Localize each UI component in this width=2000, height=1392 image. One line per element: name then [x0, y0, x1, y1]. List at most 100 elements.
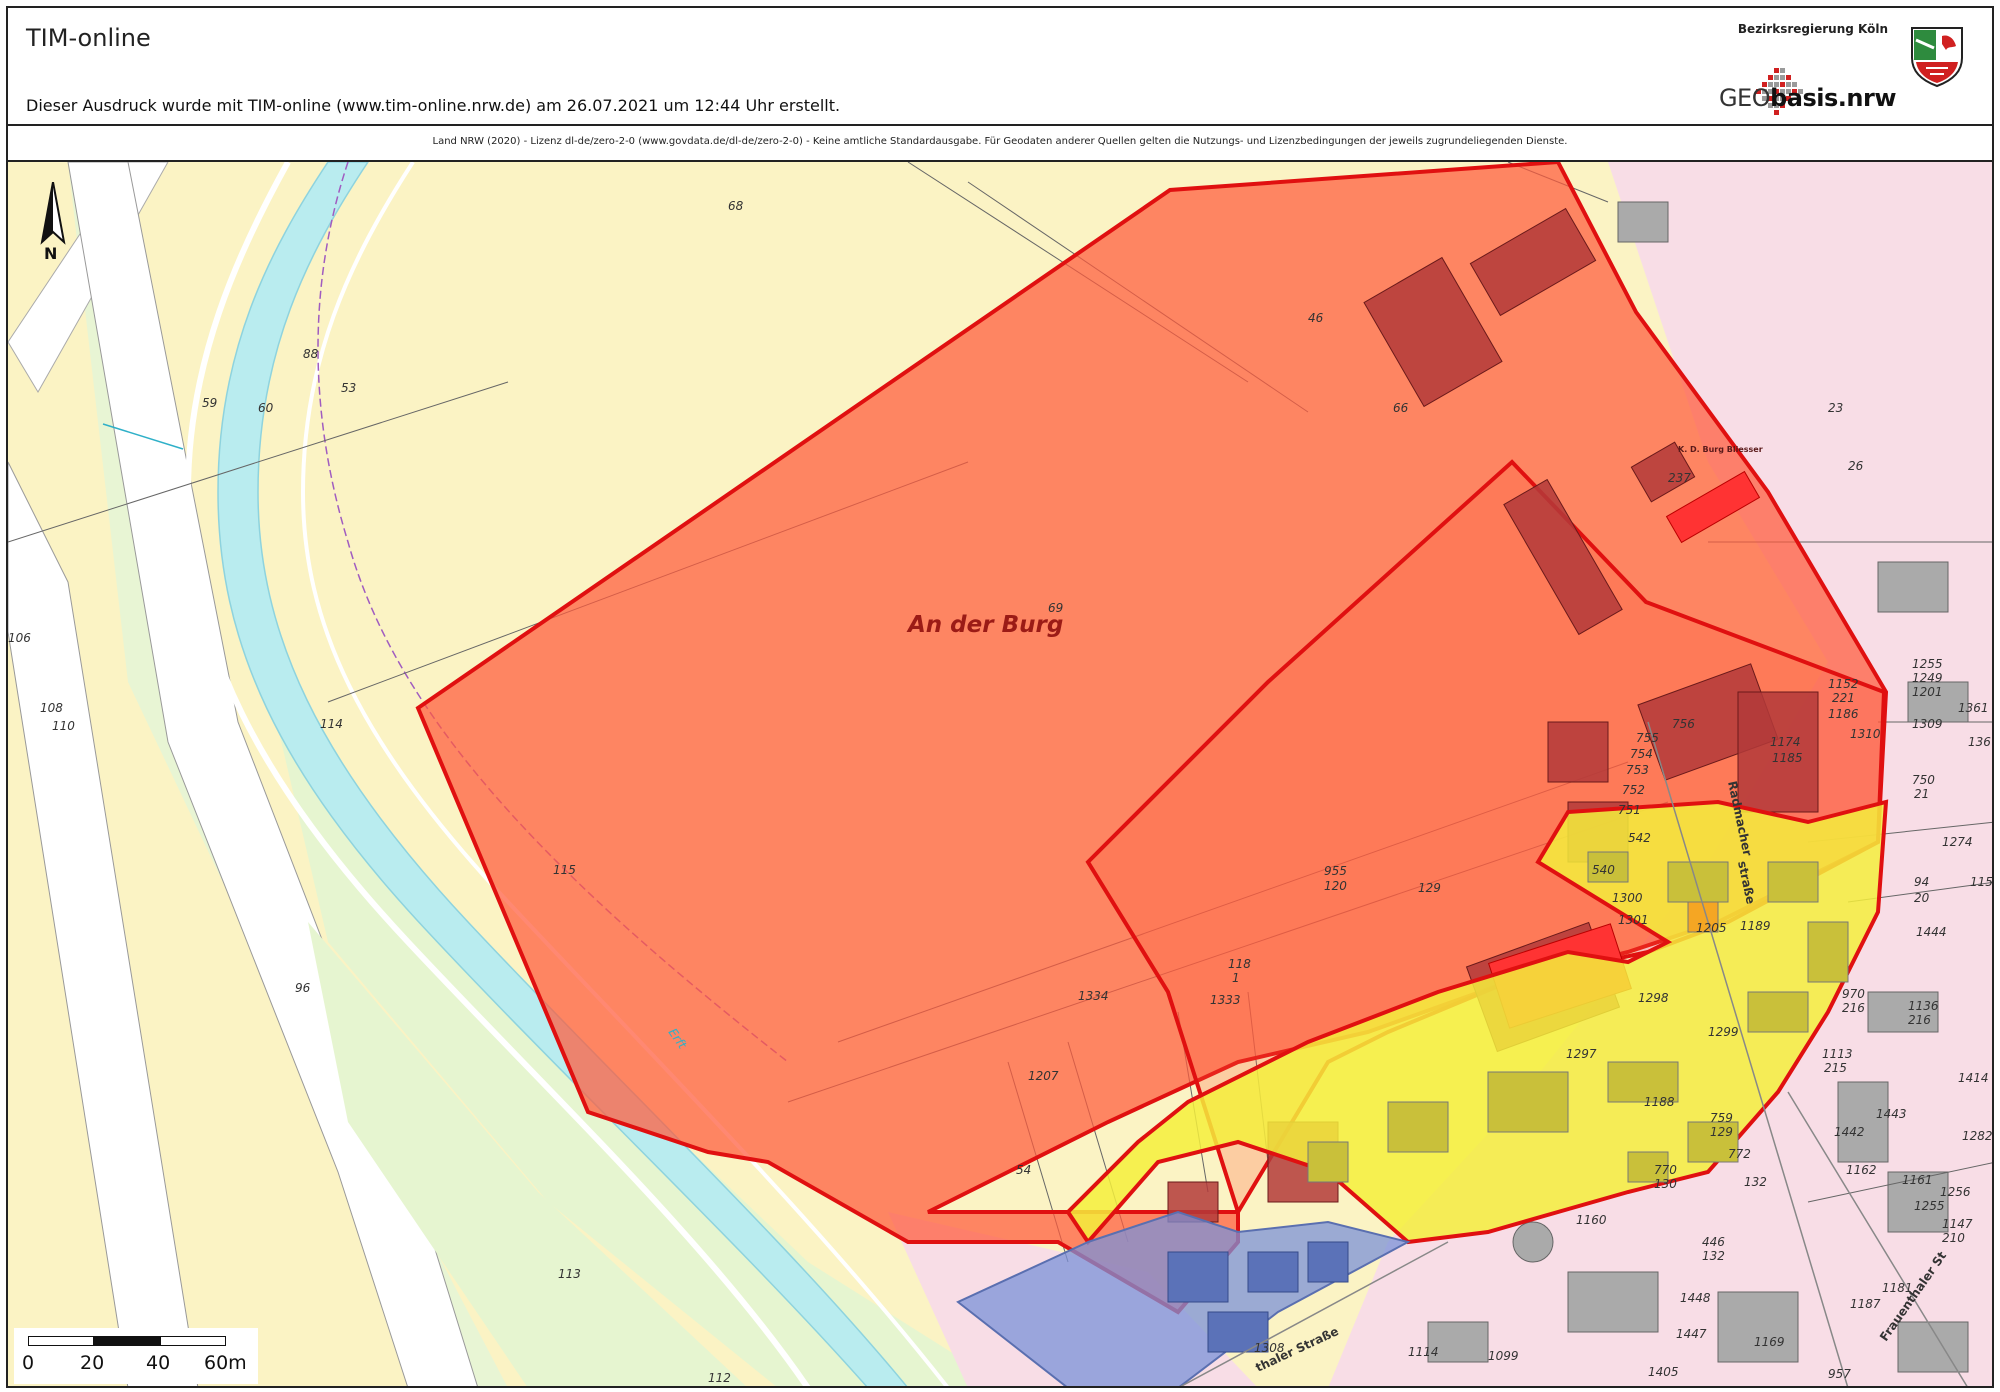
- parcel-label: 115: [553, 863, 576, 877]
- parcel-label: 1255: [1912, 657, 1943, 671]
- building-label: K. D. Burg Bliesser: [1678, 445, 1763, 454]
- parcel-label: 1310: [1850, 727, 1881, 741]
- parcel-label: 1188: [1644, 1095, 1675, 1109]
- parcel-label: 88: [303, 347, 319, 361]
- parcel-label: 1113: [1822, 1047, 1853, 1061]
- parcel-label: 66: [1393, 401, 1409, 415]
- parcel-label: 115: [1970, 875, 1993, 889]
- parcel-label: 106: [8, 631, 31, 645]
- geobasis-logo: GEObasis.nrw: [1718, 84, 1897, 112]
- parcel-label: 110: [52, 719, 75, 733]
- scale-tick-label: 0: [22, 1352, 35, 1374]
- north-arrow-icon: [40, 182, 66, 245]
- parcel-label: 957: [1828, 1367, 1851, 1381]
- scale-bar: 0 20 40 60m: [14, 1328, 258, 1384]
- scale-segment-3: [160, 1336, 226, 1346]
- app-title: TIM-online: [26, 24, 151, 52]
- parcel-label: 751: [1618, 803, 1641, 817]
- parcel-label: 970: [1842, 987, 1865, 1001]
- parcel-label: 120: [1324, 879, 1347, 893]
- parcel-label: 1405: [1648, 1365, 1679, 1379]
- parcel-label: 1448: [1680, 1291, 1711, 1305]
- parcel-label: 46: [1308, 311, 1324, 325]
- round-building: [1512, 1221, 1554, 1263]
- parcel-label: 1299: [1708, 1025, 1739, 1039]
- print-timestamp-note: Dieser Ausdruck wurde mit TIM-online (ww…: [26, 96, 841, 115]
- parcel-label: 1274: [1942, 835, 1973, 849]
- parcel-label: 1308: [1254, 1341, 1285, 1355]
- parcel-label: 129: [1710, 1125, 1733, 1139]
- parcel-label: 53: [341, 381, 356, 395]
- parcel-label: 23: [1828, 401, 1843, 415]
- parcel-label: 1298: [1638, 991, 1669, 1005]
- parcel-label: 108: [40, 701, 63, 715]
- scale-tick-label: 20: [80, 1352, 105, 1374]
- parcel-label: 1147: [1942, 1217, 1973, 1231]
- parcel-label: 1152: [1828, 677, 1859, 691]
- map-view[interactable]: An der Burg Erft Radmacher straße Frauen…: [6, 162, 1994, 1388]
- parcel-label: 1187: [1850, 1297, 1881, 1311]
- parcel-label: 1: [1232, 971, 1240, 985]
- parcel-label: 1201: [1912, 685, 1943, 699]
- parcel-label: 542: [1628, 831, 1651, 845]
- parcel-label: 754: [1630, 747, 1653, 761]
- parcel-label: 113: [558, 1267, 581, 1281]
- parcel-label: 1334: [1078, 989, 1109, 1003]
- parcel-label: 1207: [1028, 1069, 1059, 1083]
- map-canvas[interactable]: An der Burg Erft Radmacher straße Frauen…: [8, 162, 1994, 1388]
- parcel-label: 1181: [1882, 1281, 1913, 1295]
- parcel-label: 1249: [1912, 671, 1943, 685]
- parcel-label: 1444: [1916, 925, 1947, 939]
- parcel-label: 237: [1668, 471, 1691, 485]
- parcel-label: 772: [1728, 1147, 1751, 1161]
- parcel-label: 1414: [1958, 1071, 1989, 1085]
- scale-tick-label: 40: [146, 1352, 171, 1374]
- parcel-label: 130: [1654, 1177, 1677, 1191]
- parcel-label: 60: [258, 401, 274, 415]
- license-text: Land NRW (2020) - Lizenz dl-de/zero-2-0 …: [432, 136, 1568, 147]
- parcel-label: 68: [728, 199, 744, 213]
- scale-segment-2: [94, 1336, 160, 1346]
- parcel-label: 221: [1832, 691, 1855, 705]
- parcel-label: 1205: [1696, 921, 1727, 935]
- parcel-label: 750: [1912, 773, 1935, 787]
- parcel-label: 1255: [1914, 1199, 1945, 1213]
- parcel-label: 112: [708, 1371, 731, 1385]
- parcel-label: 215: [1824, 1061, 1847, 1075]
- parcel-label: 54: [1016, 1163, 1031, 1177]
- parcel-label: 1136: [1908, 999, 1939, 1013]
- authority-name: Bezirksregierung Köln: [1737, 22, 1888, 36]
- parcel-label: 1447: [1676, 1327, 1707, 1341]
- parcel-label: 129: [1418, 881, 1441, 895]
- parcel-label: 759: [1710, 1111, 1733, 1125]
- parcel-label: 1160: [1576, 1213, 1607, 1227]
- parcel-label: 1301: [1618, 913, 1649, 927]
- parcel-label: 1297: [1566, 1047, 1597, 1061]
- parcel-label: 446: [1702, 1235, 1725, 1249]
- parcel-label: 136: [1968, 735, 1991, 749]
- parcel-label: 1169: [1754, 1335, 1785, 1349]
- parcel-label: 1174: [1770, 735, 1801, 749]
- parcel-label: 1186: [1828, 707, 1859, 721]
- nrw-coat-of-arms-icon: [1911, 27, 1963, 88]
- print-header: TIM-online Dieser Ausdruck wurde mit TIM…: [6, 6, 1994, 126]
- print-page: TIM-online Dieser Ausdruck wurde mit TIM…: [0, 0, 2000, 1392]
- parcel-label: 69: [1048, 601, 1063, 615]
- parcel-label: 59: [202, 396, 217, 410]
- parcel-label: 114: [320, 717, 343, 731]
- parcel-label: 1443: [1876, 1107, 1907, 1121]
- parcel-label: 752: [1622, 783, 1645, 797]
- parcel-label: 94: [1914, 875, 1929, 889]
- parcel-label: 118: [1228, 957, 1251, 971]
- parcel-label: 1161: [1902, 1173, 1933, 1187]
- parcel-label: 1333: [1210, 993, 1241, 1007]
- parcel-label: 770: [1654, 1163, 1677, 1177]
- parcel-label: 96: [295, 981, 311, 995]
- parcel-label: 216: [1908, 1013, 1931, 1027]
- parcel-label: 1282: [1962, 1129, 1993, 1143]
- parcel-label: 132: [1702, 1249, 1725, 1263]
- parcel-label: 756: [1672, 717, 1695, 731]
- scale-segment-1: [28, 1336, 94, 1346]
- locality-label: An der Burg: [906, 612, 1063, 638]
- geobasis-prefix: GEO: [1718, 84, 1771, 112]
